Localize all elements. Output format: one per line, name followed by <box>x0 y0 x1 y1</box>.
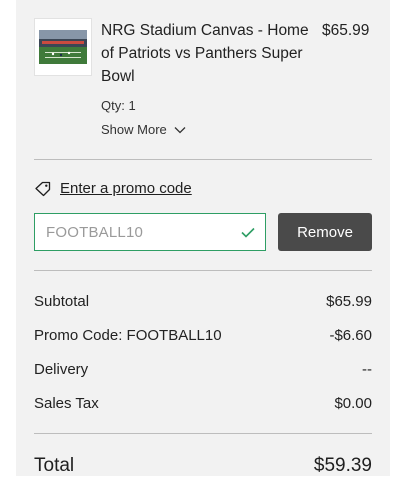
subtotal-value: $65.99 <box>326 293 372 310</box>
delivery-label: Delivery <box>34 361 89 378</box>
show-more-toggle[interactable]: Show More <box>101 122 186 137</box>
promo-code-input[interactable]: FOOTBALL10 <box>34 213 266 251</box>
delivery-row: Delivery -- <box>34 361 372 378</box>
stadium-image-icon <box>39 30 87 64</box>
subtotal-row: Subtotal $65.99 <box>34 293 372 310</box>
sales-tax-label: Sales Tax <box>34 395 99 412</box>
sales-tax-row: Sales Tax $0.00 <box>34 395 372 412</box>
subtotal-label: Subtotal <box>34 293 90 310</box>
promo-code-link[interactable]: Enter a promo code <box>34 180 192 197</box>
product-thumbnail[interactable] <box>34 18 92 76</box>
promo-discount-label: Promo Code: FOOTBALL10 <box>34 327 222 344</box>
tag-icon <box>34 181 52 197</box>
promo-discount-row: Promo Code: FOOTBALL10 -$6.60 <box>34 327 372 344</box>
delivery-value: -- <box>362 361 372 378</box>
total-value: $59.39 <box>313 455 372 476</box>
chevron-down-icon <box>174 126 186 134</box>
show-more-label: Show More <box>101 122 167 137</box>
check-icon <box>241 227 255 238</box>
promo-code-value: FOOTBALL10 <box>46 223 144 241</box>
product-name[interactable]: NRG Stadium Canvas - Home of Patriots vs… <box>101 19 316 88</box>
product-quantity: Qty: 1 <box>101 98 136 113</box>
divider <box>34 159 372 160</box>
total-label: Total <box>34 455 75 476</box>
total-row: Total $59.39 <box>34 455 372 477</box>
promo-code-link-label: Enter a promo code <box>60 180 192 197</box>
divider <box>34 270 372 271</box>
promo-discount-value: -$6.60 <box>329 327 372 344</box>
sales-tax-value: $0.00 <box>334 395 372 412</box>
product-price: $65.99 <box>322 22 370 39</box>
divider <box>34 433 372 434</box>
remove-promo-button[interactable]: Remove <box>278 213 372 251</box>
